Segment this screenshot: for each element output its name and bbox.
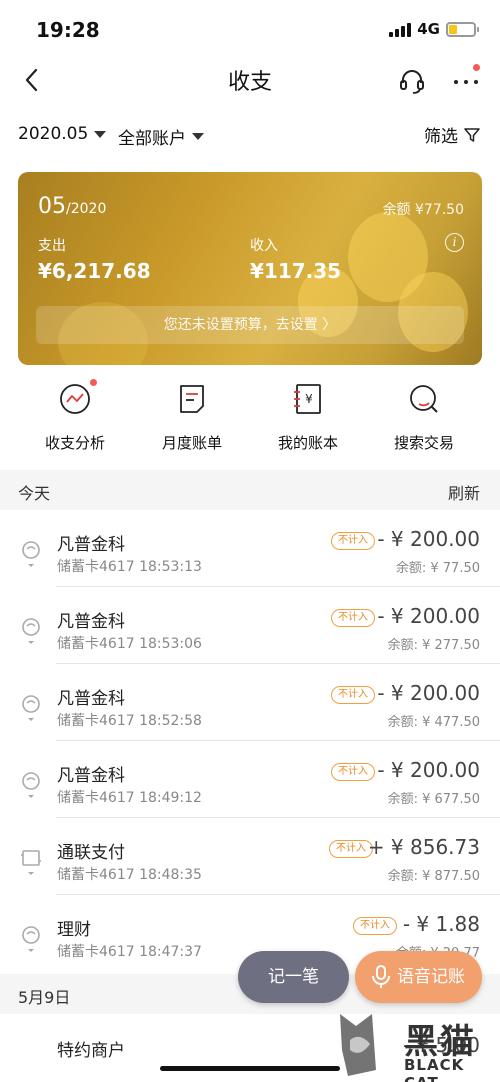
exclude-badge: 不计入 xyxy=(329,840,373,858)
expense-amount: ¥6,217.68 xyxy=(38,259,151,283)
transaction-amount: - ¥ 200.00 xyxy=(377,604,480,628)
set-budget-button[interactable]: 您还未设置预算，去设置 〉 xyxy=(36,306,464,344)
transaction-amount: - ¥ 200.00 xyxy=(377,681,480,705)
exclude-badge: 不计入 xyxy=(331,763,375,781)
headset-icon xyxy=(400,70,424,94)
nav-bar: 收支 xyxy=(0,55,500,105)
transaction-row[interactable]: 凡普金科 储蓄卡4617 18:52:58 不计入 - ¥ 200.00 余额:… xyxy=(0,664,500,741)
more-dots-icon xyxy=(454,80,478,84)
date-value: 2020.05 xyxy=(18,124,89,144)
income-amount: ¥117.35 xyxy=(250,259,342,283)
merchant-name: 凡普金科 xyxy=(57,766,125,786)
transaction-detail: 储蓄卡4617 18:53:13 xyxy=(57,559,202,575)
notification-dot xyxy=(90,379,97,386)
ledger-icon: ¥ xyxy=(291,382,325,416)
record-entry-button[interactable]: 记一笔 xyxy=(238,951,349,1003)
transaction-balance: 余额: ¥ 477.50 xyxy=(387,715,480,730)
battery-icon xyxy=(446,21,479,37)
transaction-row[interactable]: 凡普金科 储蓄卡4617 18:53:13 不计入 - ¥ 200.00 余额:… xyxy=(0,510,500,587)
exclude-badge: 不计入 xyxy=(331,532,375,550)
status-time: 19:28 xyxy=(36,18,100,42)
date-selector[interactable]: 2020.05 xyxy=(18,124,107,144)
filter-row: 2020.05 全部账户 筛选 xyxy=(0,118,500,152)
income-label: 收入 xyxy=(250,238,278,254)
account-value: 全部账户 xyxy=(118,129,186,149)
more-button[interactable] xyxy=(448,66,484,96)
voice-record-label: 语音记账 xyxy=(397,967,465,987)
quick-action-label: 搜索交易 xyxy=(393,434,454,452)
wallet-icon xyxy=(22,541,40,567)
quick-action-ledger[interactable]: ¥ 我的账本 xyxy=(248,378,368,453)
quick-actions: 收支分析 月度账单 ¥ 我的账本 搜索交易 xyxy=(0,378,500,458)
transaction-balance: 余额: ¥ 277.50 xyxy=(387,638,480,653)
account-selector[interactable]: 全部账户 xyxy=(118,124,204,149)
filter-icon xyxy=(464,127,480,142)
filter-button[interactable]: 筛选 xyxy=(424,122,480,147)
home-indicator xyxy=(160,1066,340,1071)
transaction-amount: + ¥ 856.73 xyxy=(367,835,480,859)
network-type: 4G xyxy=(417,20,440,38)
section-header-today: 今天 刷新 xyxy=(0,470,500,510)
merchant-name: 凡普金科 xyxy=(57,689,125,709)
transaction-amount: - ¥ 1.88 xyxy=(402,912,480,936)
quick-action-label: 我的账本 xyxy=(277,434,338,452)
microphone-icon xyxy=(372,965,390,988)
quick-action-label: 收支分析 xyxy=(44,434,105,452)
transaction-detail: 储蓄卡4617 18:47:37 xyxy=(57,944,202,960)
transaction-balance: 余额: ¥ 77.50 xyxy=(395,561,480,576)
wallet-icon xyxy=(22,695,40,721)
expense-label: 支出 xyxy=(38,238,66,254)
quick-action-label: 月度账单 xyxy=(161,434,222,452)
exclude-badge: 不计入 xyxy=(331,609,375,627)
transaction-balance: 余额: ¥ 877.50 xyxy=(387,869,480,884)
transaction-amount: - ¥ 200.00 xyxy=(377,527,480,551)
wallet-icon xyxy=(22,926,40,952)
voice-record-button[interactable]: 语音记账 xyxy=(355,951,482,1003)
caret-down-icon xyxy=(192,133,204,140)
merchant-name: 通联支付 xyxy=(57,843,125,863)
merchant-name: 凡普金科 xyxy=(57,535,125,555)
transaction-row[interactable]: 凡普金科 储蓄卡4617 18:53:06 不计入 - ¥ 200.00 余额:… xyxy=(0,587,500,664)
transaction-detail: 储蓄卡4617 18:52:58 xyxy=(57,713,202,729)
info-icon[interactable]: i xyxy=(445,233,464,252)
exclude-badge: 不计入 xyxy=(331,686,375,704)
transaction-row[interactable]: 凡普金科 储蓄卡4617 18:49:12 不计入 - ¥ 200.00 余额:… xyxy=(0,741,500,818)
wallet-icon xyxy=(22,772,40,798)
chart-icon xyxy=(58,379,97,416)
transaction-amount: - ¥ 200.00 xyxy=(377,758,480,782)
transaction-detail: 储蓄卡4617 18:53:06 xyxy=(57,636,202,652)
transaction-detail: 储蓄卡4617 18:48:35 xyxy=(57,867,202,883)
transaction-detail: 储蓄卡4617 18:49:12 xyxy=(57,790,202,806)
status-bar: 19:28 4G xyxy=(0,0,500,60)
status-indicators: 4G xyxy=(389,20,479,38)
filter-label: 筛选 xyxy=(424,127,458,147)
quick-action-analysis[interactable]: 收支分析 xyxy=(15,378,135,453)
quick-action-monthly-bill[interactable]: 月度账单 xyxy=(132,378,252,453)
notification-dot xyxy=(473,64,480,71)
card-balance: 余额 ¥77.50 xyxy=(382,202,464,218)
watermark-subtext: BLACK CAT xyxy=(404,1056,465,1082)
merchant-name: 理财 xyxy=(57,920,91,940)
transaction-row[interactable]: 通联支付 储蓄卡4617 18:48:35 不计入 + ¥ 856.73 余额:… xyxy=(0,818,500,895)
bill-icon xyxy=(175,382,209,416)
svg-text:¥: ¥ xyxy=(305,392,313,406)
transfer-icon xyxy=(21,850,41,875)
merchant-name: 特约商户 xyxy=(57,1041,125,1061)
refresh-button[interactable]: 刷新 xyxy=(448,480,480,504)
exclude-badge: 不计入 xyxy=(353,917,397,935)
card-month: 05/2020 xyxy=(38,194,107,219)
merchant-name: 凡普金科 xyxy=(57,612,125,632)
search-icon xyxy=(407,382,441,416)
transaction-balance: 余额: ¥ 677.50 xyxy=(387,792,480,807)
caret-down-icon xyxy=(94,130,107,138)
signal-icon xyxy=(389,21,412,37)
customer-service-button[interactable] xyxy=(397,66,427,96)
section-label: 5月9日 xyxy=(18,988,71,1007)
quick-action-search[interactable]: 搜索交易 xyxy=(364,378,484,453)
wallet-icon xyxy=(22,618,40,644)
section-label: 今天 xyxy=(18,484,51,503)
summary-card: 05/2020 余额 ¥77.50 i 支出 ¥6,217.68 收入 ¥117… xyxy=(18,172,482,365)
